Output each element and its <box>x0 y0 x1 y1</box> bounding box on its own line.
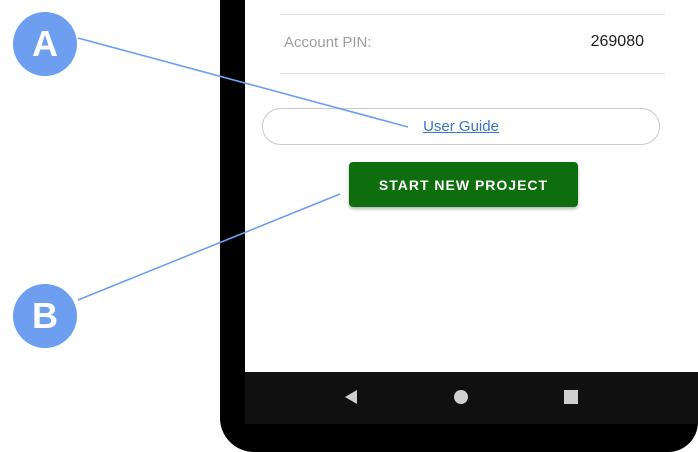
callout-line-b <box>77 193 341 301</box>
callout-line-a <box>77 37 409 128</box>
annotation-marker-a: A <box>13 12 77 76</box>
callout-lines <box>77 37 409 301</box>
annotation-marker-b: B <box>13 284 77 348</box>
screenshot-canvas: Account PIN: 269080 User Guide START NEW… <box>0 0 698 452</box>
